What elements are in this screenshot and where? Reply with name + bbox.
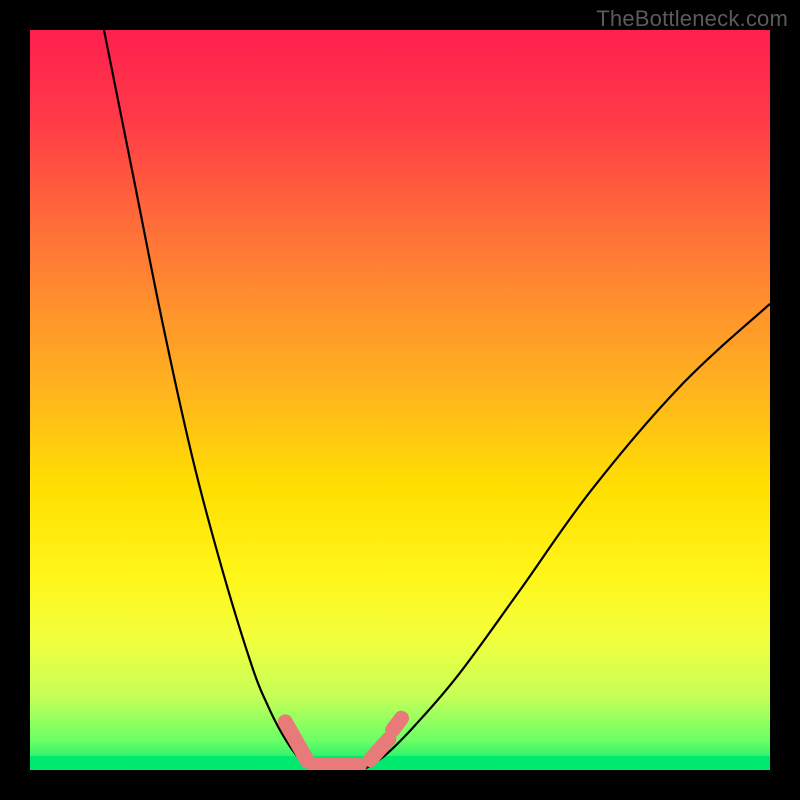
curves-layer xyxy=(30,30,770,770)
marker-trough-left-slope xyxy=(285,722,307,761)
plot-area xyxy=(30,30,770,770)
marker-trough-right-upper xyxy=(393,718,402,730)
right-curve xyxy=(363,304,770,770)
marker-trough-right-slope xyxy=(370,739,389,760)
left-curve xyxy=(104,30,311,770)
chart-frame: TheBottleneck.com xyxy=(0,0,800,800)
watermark-text: TheBottleneck.com xyxy=(596,6,788,32)
